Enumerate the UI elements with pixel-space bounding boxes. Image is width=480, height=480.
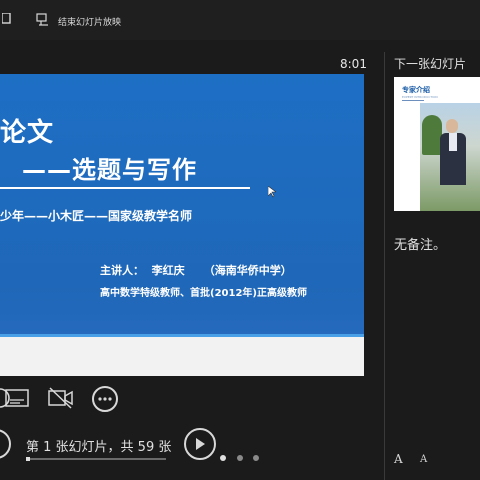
next-slide-button[interactable] [184,428,216,460]
thumbnail-title: 专家介绍 [402,86,430,94]
slide-progress-fill [26,457,30,461]
thumbnail-rule [402,100,424,101]
slide-title-rule [0,187,250,189]
slide-footer-line [0,334,364,337]
elapsed-timer: 8:01 [340,57,367,71]
slide-credentials: 高中数学特级教师、首批(2012年)正高级教师 [100,288,307,299]
slide-footer-band [0,334,364,376]
page-dot-active[interactable] [220,455,226,461]
decrease-font-button[interactable]: A [420,454,427,465]
next-slide-label: 下一张幻灯片 [394,57,467,71]
page-dot[interactable] [253,455,259,461]
toolbar-icon[interactable] [0,12,14,26]
speaker-notes: 无备注。 [394,238,447,253]
subtitles-icon[interactable] [4,386,30,410]
thumbnail-tree [422,115,442,155]
end-slideshow-icon[interactable] [36,13,50,27]
thumbnail-person-shirt [449,133,457,151]
thumbnail-person-head [446,119,458,133]
presenter-toolbar: 结束幻灯片放映 [0,0,480,40]
previous-slide-icon[interactable] [0,428,12,460]
slide-tagline: 少年——小木匠——国家级教学名师 [0,209,193,223]
slide-speaker: 主讲人： 李红庆 （海南华侨中学） [100,264,292,277]
camera-off-icon[interactable] [47,386,75,410]
current-slide[interactable] [0,74,364,376]
next-slide-thumbnail[interactable]: 专家介绍 EXPERT INTRODUCTION [394,77,480,211]
thumbnail-subtitle: EXPERT INTRODUCTION [402,95,438,99]
slide-title: 论文 [0,118,55,148]
increase-font-button[interactable]: A [394,452,403,466]
slide-counter: 第 1 张幻灯片，共 59 张 [26,440,172,455]
play-next-icon [196,438,205,450]
slide-subtitle-topic: ——选题与写作 [22,156,197,184]
slide-progress-track[interactable] [26,458,166,460]
page-dot[interactable] [237,455,243,461]
mouse-cursor-icon [267,183,277,202]
more-options-icon[interactable] [92,386,118,412]
pane-divider[interactable] [384,52,385,480]
end-slideshow-button[interactable]: 结束幻灯片放映 [58,15,121,28]
